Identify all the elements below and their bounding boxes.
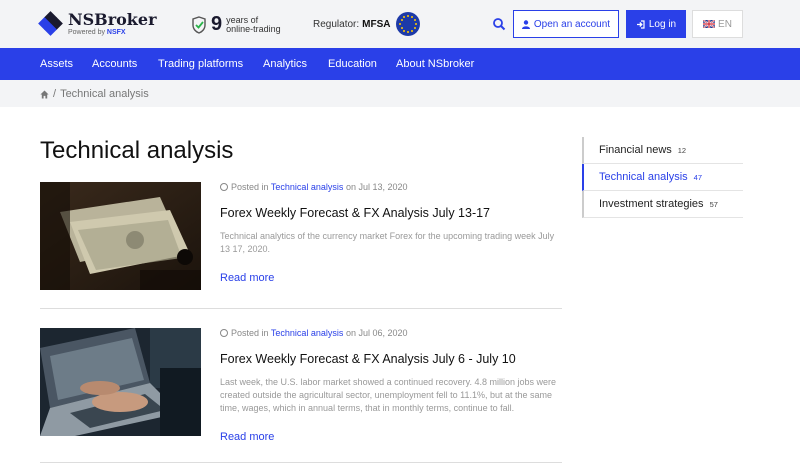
post-meta: Posted in Technical analysis on Jul 06, … (220, 328, 408, 338)
laptop-photo-icon (40, 328, 201, 436)
nav-item-accounts[interactable]: Accounts (92, 48, 137, 80)
breadcrumb: / Technical analysis (40, 88, 149, 100)
years-number: 9 (211, 13, 223, 35)
post-item: Posted in Technical analysis on Jul 06, … (40, 328, 562, 443)
post-title[interactable]: Forex Weekly Forecast & FX Analysis July… (220, 352, 516, 366)
post-date: Jul 06, 2020 (358, 328, 408, 338)
post-divider (40, 308, 562, 309)
category-count: 47 (693, 172, 702, 182)
breadcrumb-separator: / (53, 88, 57, 100)
logo-mark-icon (38, 11, 63, 36)
read-more-link[interactable]: Read more (220, 431, 274, 443)
years-badge: 9 years of online-trading (191, 13, 281, 36)
page-title: Technical analysis (40, 137, 234, 164)
sidebar-item-technical-analysis[interactable]: Technical analysis 47 (582, 164, 743, 191)
clock-icon (220, 329, 228, 337)
open-account-button[interactable]: Open an account (513, 10, 619, 38)
nav-item-assets[interactable]: Assets (40, 48, 73, 80)
logo-subtitle: Powered by NSFX (68, 29, 126, 36)
regulator-info: Regulator: MFSA (313, 12, 421, 36)
shield-check-icon (192, 15, 206, 34)
breadcrumb-current: Technical analysis (60, 88, 149, 100)
money-photo-icon (40, 182, 201, 290)
post-divider (40, 462, 562, 463)
top-header: NSBroker Powered by NSFX 9 years of onli… (0, 0, 800, 48)
search-icon[interactable] (492, 17, 506, 31)
sidebar-item-financial-news[interactable]: Financial news 12 (582, 137, 743, 164)
nav-item-trading-platforms[interactable]: Trading platforms (158, 48, 243, 80)
user-icon (521, 19, 530, 29)
category-sidebar: Financial news 12 Technical analysis 47 … (582, 137, 743, 218)
main-nav: Assets Accounts Trading platforms Analyt… (0, 48, 800, 80)
uk-flag-icon (703, 20, 716, 28)
sidebar-item-investment-strategies[interactable]: Investment strategies 57 (582, 191, 743, 218)
post-category-link[interactable]: Technical analysis (271, 328, 344, 338)
nav-item-about[interactable]: About NSbroker (396, 48, 474, 80)
language-selector[interactable]: EN (692, 10, 743, 38)
login-button[interactable]: Log in (626, 10, 686, 38)
nav-item-education[interactable]: Education (328, 48, 377, 80)
category-count: 12 (677, 145, 687, 155)
sign-in-icon (636, 19, 645, 29)
post-image-laptop[interactable] (40, 328, 201, 436)
years-line2: online-trading (226, 23, 281, 34)
read-more-link[interactable]: Read more (220, 272, 274, 284)
clock-icon (220, 183, 228, 191)
post-excerpt: Technical analytics of the currency mark… (220, 231, 555, 254)
category-count: 57 (709, 199, 718, 209)
post-category-link[interactable]: Technical analysis (271, 182, 344, 192)
post-excerpt: Last week, the U.S. labor market showed … (220, 377, 556, 413)
post-title[interactable]: Forex Weekly Forecast & FX Analysis July… (220, 206, 490, 220)
nav-item-analytics[interactable]: Analytics (263, 48, 307, 80)
logo-name: NSBroker (68, 10, 157, 29)
eu-flag-icon (396, 12, 421, 36)
regulator-label: Regulator: (313, 18, 360, 30)
breadcrumb-bar: / Technical analysis (0, 80, 800, 107)
logo[interactable]: NSBroker Powered by NSFX (38, 10, 157, 36)
regulator-value: MFSA (362, 18, 391, 30)
home-icon[interactable] (40, 89, 49, 99)
post-meta: Posted in Technical analysis on Jul 13, … (220, 182, 408, 192)
post-image-money[interactable] (40, 182, 201, 290)
post-item: Posted in Technical analysis on Jul 13, … (40, 182, 562, 292)
post-date: Jul 13, 2020 (358, 182, 408, 192)
